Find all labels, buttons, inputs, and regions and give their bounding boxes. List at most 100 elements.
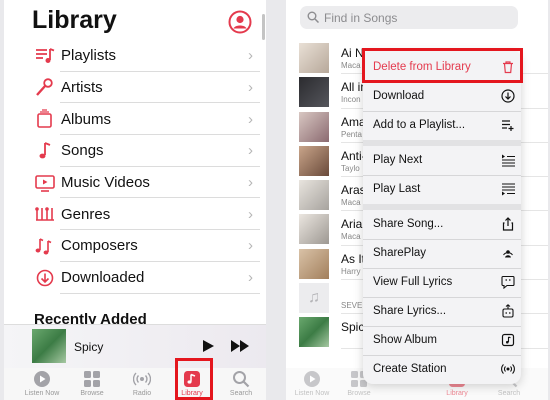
library-item-downloaded[interactable]: Downloaded › (4, 262, 266, 294)
song-title: Ama (341, 114, 366, 129)
tab-label: Listen Now (24, 390, 60, 397)
library-item-songs[interactable]: Songs › (4, 135, 266, 167)
chevron-right-icon: › (248, 174, 253, 192)
song-context-menu: Delete from Library Download Add to a Pl… (363, 51, 521, 384)
album-artwork (299, 214, 329, 245)
menu-item-play-next[interactable]: Play Next (363, 146, 521, 175)
library-item-music-videos[interactable]: Music Videos › (4, 167, 266, 199)
music-note-icon (39, 142, 51, 159)
menu-item-download[interactable]: Download (363, 82, 521, 111)
library-item-label: Music Videos (61, 174, 150, 192)
menu-item-label: View Full Lyrics (373, 276, 453, 288)
menu-item-create-station[interactable]: Create Station (363, 355, 521, 384)
play-next-icon (502, 154, 515, 167)
library-item-albums[interactable]: Albums › (4, 103, 266, 135)
tab-listen-now[interactable]: Listen Now (287, 370, 337, 397)
tab-label: Browse (80, 390, 104, 397)
delete-item-highlight (362, 48, 523, 83)
song-title: Aras (341, 183, 366, 198)
playlist-icon (36, 48, 55, 63)
album-artwork (299, 111, 329, 142)
song-subtitle: Maca (341, 61, 361, 70)
search-icon (233, 371, 250, 388)
chevron-right-icon: › (248, 110, 253, 128)
menu-item-play-last[interactable]: Play Last (363, 175, 521, 204)
album-icon (37, 109, 52, 129)
scrollbar[interactable] (262, 14, 265, 40)
library-item-label: Playlists (61, 47, 117, 65)
tab-bar: Listen Now Browse Radio Library Search (4, 368, 266, 400)
library-panel: Library Playlists › Artists › Albums › S… (4, 0, 266, 400)
mini-player[interactable]: Spicy (4, 324, 266, 368)
song-title: Anti- (341, 148, 366, 163)
microphone-icon (36, 77, 53, 96)
album-artwork (299, 77, 329, 108)
library-item-label: Downloaded (61, 269, 145, 287)
menu-item-share-song[interactable]: Share Song... (363, 210, 521, 239)
add-playlist-icon (502, 120, 514, 131)
search-placeholder: Find in Songs (324, 11, 398, 25)
radio-icon (133, 372, 151, 386)
library-tab-highlight (175, 358, 213, 400)
song-title: Ai N (341, 46, 364, 60)
library-item-label: Albums (61, 110, 112, 128)
menu-item-label: Share Song... (373, 218, 444, 230)
download-icon (36, 269, 54, 286)
tab-listen-now[interactable]: Listen Now (17, 370, 67, 397)
play-circle-icon (34, 371, 50, 387)
menu-item-label: Play Last (373, 183, 421, 195)
menu-item-label: Share Lyrics... (373, 305, 447, 317)
menu-item-label: Download (373, 90, 425, 102)
tab-label: Search (497, 390, 521, 397)
tab-label: Listen Now (294, 390, 330, 397)
search-input[interactable]: Find in Songs (300, 6, 518, 29)
fast-forward-icon[interactable] (230, 339, 250, 353)
tab-label: Library (446, 390, 468, 397)
lyrics-icon (501, 275, 515, 289)
tab-browse[interactable]: Browse (67, 370, 117, 397)
song-subtitle: Maca (341, 198, 361, 208)
tv-icon (35, 174, 55, 192)
menu-item-show-album[interactable]: Show Album (363, 326, 521, 355)
profile-icon[interactable] (228, 10, 252, 34)
tab-radio[interactable]: Radio (117, 370, 167, 397)
library-item-label: Songs (61, 142, 104, 160)
play-circle-icon (304, 371, 320, 387)
menu-item-shareplay[interactable]: SharePlay (363, 239, 521, 268)
chevron-right-icon: › (248, 79, 253, 97)
album-artwork (299, 317, 329, 348)
share-lyrics-icon (502, 304, 514, 318)
play-icon[interactable] (201, 339, 215, 353)
song-title: As It (341, 251, 366, 266)
library-item-composers[interactable]: Composers › (4, 230, 266, 262)
menu-item-label: Play Next (373, 154, 423, 166)
search-icon (307, 11, 319, 23)
song-subtitle: Incon (341, 95, 361, 105)
tab-search[interactable]: Search (216, 370, 266, 397)
chevron-right-icon: › (248, 269, 253, 287)
menu-item-share-lyrics[interactable]: Share Lyrics... (363, 297, 521, 326)
tab-label: Search (229, 390, 253, 397)
library-item-genres[interactable]: Genres › (4, 198, 266, 230)
menu-item-view-full-lyrics[interactable]: View Full Lyrics (363, 268, 521, 297)
song-subtitle: Maca (341, 232, 361, 242)
tab-label: Browse (347, 390, 371, 397)
library-item-label: Artists (61, 79, 103, 97)
alphabet-index[interactable] (537, 60, 545, 360)
station-icon (501, 364, 515, 374)
chevron-right-icon: › (248, 142, 253, 160)
menu-item-label: Create Station (373, 363, 447, 375)
menu-item-label: Show Album (373, 334, 437, 346)
play-last-icon (502, 183, 515, 196)
menu-item-add-to-playlist[interactable]: Add to a Playlist... (363, 111, 521, 140)
album-artwork (299, 180, 329, 211)
library-item-artists[interactable]: Artists › (4, 72, 266, 104)
album-artwork (32, 329, 66, 363)
library-item-playlists[interactable]: Playlists › (4, 40, 266, 72)
grid-icon (84, 371, 100, 387)
shareplay-icon (503, 250, 513, 258)
song-subtitle: Penta (341, 129, 362, 139)
library-item-label: Composers (61, 237, 138, 255)
tab-label: Radio (132, 390, 152, 397)
now-playing-title: Spicy (74, 340, 104, 354)
